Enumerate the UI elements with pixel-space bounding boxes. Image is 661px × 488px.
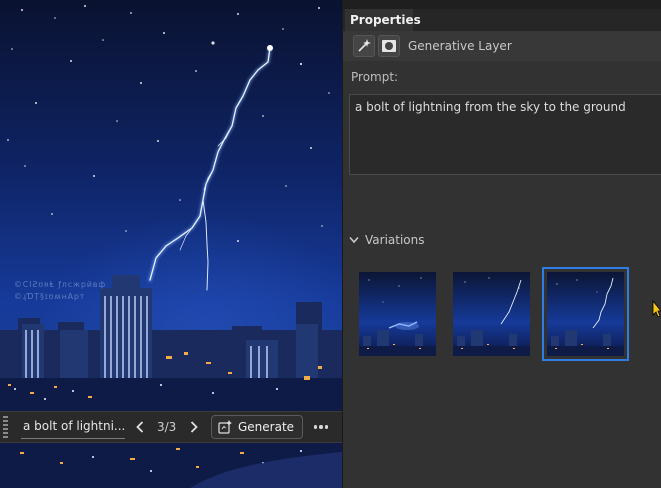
photoshop-window: ©СІƧʊʀⱠ ƒлсжрйвф ©ɻƊṬ§ɪʊʍнАрт a bolt of … <box>0 0 661 488</box>
prompt-textarea[interactable]: a bolt of lightning from the sky to the … <box>349 94 661 175</box>
prompt-label: Prompt: <box>351 70 399 84</box>
chevron-right-icon <box>190 421 198 433</box>
variation-thumbnail-2[interactable] <box>453 272 530 356</box>
chevron-down-icon <box>349 236 359 244</box>
chevron-left-icon <box>136 421 144 433</box>
drag-grip-icon[interactable] <box>3 416 13 438</box>
layer-type-label: Generative Layer <box>408 39 512 53</box>
variations-section-toggle[interactable]: Variations <box>349 233 425 247</box>
next-variation-button[interactable] <box>185 416 203 438</box>
generate-button-label: Generate <box>238 420 295 434</box>
generate-sparkle-icon <box>218 420 232 434</box>
variation-counter: 3/3 <box>157 420 177 434</box>
layer-mask-icon[interactable] <box>378 35 400 57</box>
more-options-button[interactable] <box>311 416 331 438</box>
tab-properties[interactable]: Properties <box>345 9 421 31</box>
image-watermark: ©СІƧʊʀⱠ ƒлсжрйвф ©ɻƊṬ§ɪʊʍнАрт <box>14 279 106 303</box>
taskbar-prompt-input[interactable]: a bolt of lightni... <box>21 415 125 439</box>
panel-tab-strip: Properties <box>343 0 661 31</box>
generative-fill-icon <box>353 35 375 57</box>
contextual-task-bar: a bolt of lightni... 3/3 Generate <box>0 411 342 443</box>
variations-label: Variations <box>365 233 425 247</box>
variation-thumbnail-1[interactable] <box>359 272 436 356</box>
generate-button[interactable]: Generate <box>211 415 304 439</box>
variation-thumbnail-3[interactable] <box>542 267 629 361</box>
properties-panel: Properties Generative Layer Prompt: a bo… <box>342 0 661 488</box>
watermark-line: ©ɻƊṬ§ɪʊʍнАрт <box>14 292 86 301</box>
watermark-line: ©СІƧʊʀⱠ ƒлсжрйвф <box>14 280 106 289</box>
layer-type-row: Generative Layer <box>343 31 661 61</box>
mouse-cursor-icon <box>652 300 661 318</box>
previous-variation-button[interactable] <box>131 416 149 438</box>
